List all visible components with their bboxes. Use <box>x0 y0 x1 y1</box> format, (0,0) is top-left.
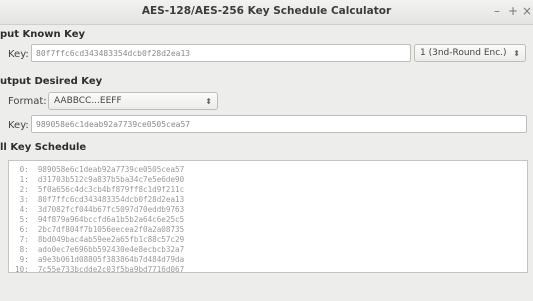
key-schedule-textarea[interactable]: 0: 989058e6c1deab92a7739ce0505cea57 1: d… <box>8 160 528 273</box>
window-bottom-area <box>0 276 533 301</box>
schedule-row: 2: 5f0a656c4dc3cb4bf879ff8c1d9f211c <box>15 185 185 194</box>
output-key-field[interactable]: 989058e6c1deab92a7739ce0505cea57 <box>31 115 527 133</box>
schedule-row: 10: 7c55e733bcdde2c03f5ba9bd7716d067 <box>15 265 185 273</box>
key-schedule-heading: ll Key Schedule <box>0 142 87 153</box>
schedule-row: 9: a9e3b061d08805f383864b7d484d79da <box>15 255 185 264</box>
minimize-button[interactable]: – <box>494 4 500 18</box>
schedule-row: 8: ado0ec7e696bb592430e4e8ecbcb32a7 <box>15 245 185 254</box>
input-key-label: Key: <box>8 49 29 60</box>
round-select[interactable]: 1 (3nd-Round Enc.) ⬍ <box>414 44 526 62</box>
updown-arrows-icon: ⬍ <box>513 48 520 58</box>
round-select-value: 1 (3nd-Round Enc.) <box>420 48 507 58</box>
schedule-row: 1: d31703b512c9a837b5ba34c7e5e6de90 <box>15 175 185 184</box>
format-select-value: AABBCC...EEFF <box>54 96 122 106</box>
input-key-heading: put Known Key <box>0 29 85 40</box>
format-label: Format: <box>8 96 47 107</box>
input-key-value: 80f7ffc6cd343483354dcb0f28d2ea13 <box>36 48 191 58</box>
output-key-heading: utput Desired Key <box>0 76 103 87</box>
title-bar: AES-128/AES-256 Key Schedule Calculator … <box>0 0 533 25</box>
close-button[interactable]: × <box>522 4 532 18</box>
maximize-button[interactable]: + <box>508 4 518 18</box>
schedule-row: 6: 2bc7df804f7b1056eecea2f0a2a08735 <box>15 225 185 234</box>
output-key-label: Key: <box>8 120 29 131</box>
schedule-row: 0: 989058e6c1deab92a7739ce0505cea57 <box>15 165 185 174</box>
input-key-field[interactable]: 80f7ffc6cd343483354dcb0f28d2ea13 <box>31 44 411 62</box>
format-select[interactable]: AABBCC...EEFF ⬍ <box>48 92 218 110</box>
key-schedule-rows: 0: 989058e6c1deab92a7739ce0505cea57 1: d… <box>15 165 185 273</box>
updown-arrows-icon: ⬍ <box>205 96 212 106</box>
schedule-row: 4: 3d7082fcf044b67fc5097d70eddb9763 <box>15 205 185 214</box>
schedule-row: 3: 80f7ffc6cd343483354dcb0f28d2ea13 <box>15 195 185 204</box>
window-title: AES-128/AES-256 Key Schedule Calculator <box>141 5 392 17</box>
schedule-row: 7: 8bd049bac4ab59ee2a65fb1c88c57c29 <box>15 235 185 244</box>
output-key-value: 989058e6c1deab92a7739ce0505cea57 <box>36 119 191 129</box>
schedule-row: 5: 94f879a964bccfd6a1b5b2a64c6e25c5 <box>15 215 185 224</box>
